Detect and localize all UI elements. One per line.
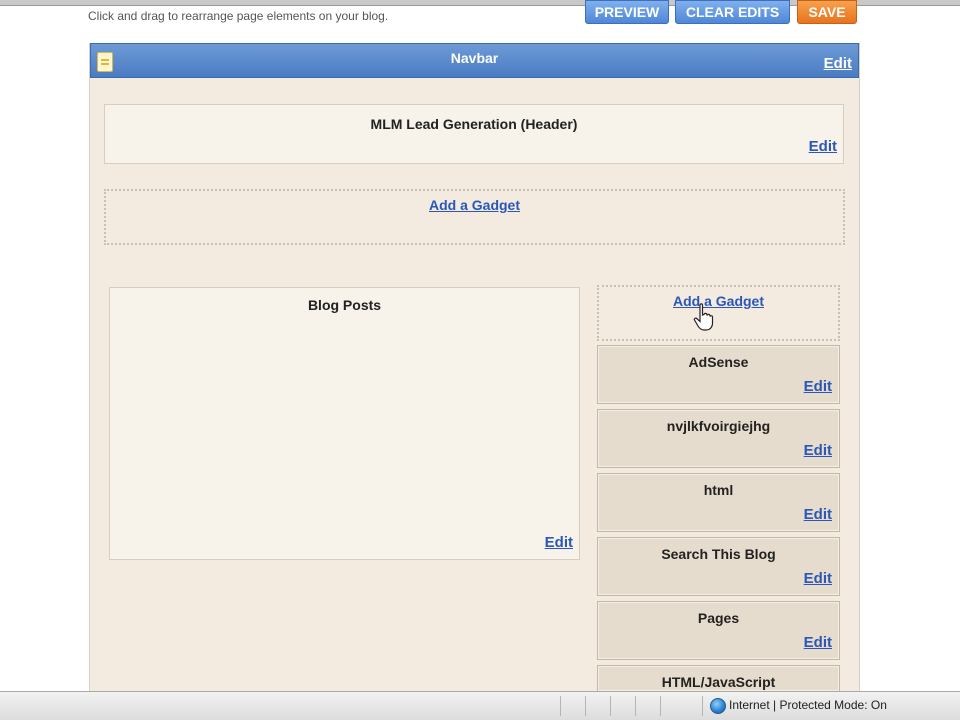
status-divider <box>660 696 661 716</box>
navbar-title: Navbar <box>450 50 499 66</box>
add-gadget-link[interactable]: Add a Gadget <box>599 293 838 309</box>
gadget-edit-link[interactable]: Edit <box>804 506 832 523</box>
gadget-title: AdSense <box>688 354 749 370</box>
blog-posts-title: Blog Posts <box>307 297 382 313</box>
status-divider <box>585 696 586 716</box>
gadget-edit-link[interactable]: Edit <box>804 442 832 459</box>
save-button[interactable]: SAVE <box>797 0 857 24</box>
gadget-title: HTML/JavaScript <box>661 674 776 690</box>
sidebar-gadget-pages[interactable]: Pages Edit <box>597 601 840 660</box>
add-gadget-area-top[interactable]: Add a Gadget <box>104 189 845 245</box>
gadget-title: nvjlkfvoirgiejhg <box>666 418 771 434</box>
navbar-widget[interactable]: Navbar Edit <box>90 43 859 78</box>
header-widget[interactable]: MLM Lead Generation (Header) Edit <box>104 104 844 164</box>
gadget-title: Pages <box>697 610 740 626</box>
gadget-edit-link[interactable]: Edit <box>804 378 832 395</box>
gadget-edit-link[interactable]: Edit <box>804 634 832 651</box>
sidebar-gadget-search[interactable]: Search This Blog Edit <box>597 537 840 596</box>
page-layout-editor: Navbar Edit MLM Lead Generation (Header)… <box>89 43 860 691</box>
add-gadget-area-sidebar[interactable]: Add a Gadget <box>597 285 840 341</box>
status-divider <box>635 696 636 716</box>
gadget-title: Search This Blog <box>661 546 776 562</box>
status-divider <box>560 696 561 716</box>
header-edit-link[interactable]: Edit <box>809 138 837 155</box>
add-gadget-link[interactable]: Add a Gadget <box>106 197 843 213</box>
navbar-edit-link[interactable]: Edit <box>824 55 852 72</box>
security-zone-text[interactable]: Internet | Protected Mode: On <box>729 698 887 712</box>
preview-button[interactable]: PREVIEW <box>585 0 669 24</box>
sidebar-gadget-html[interactable]: html Edit <box>597 473 840 532</box>
instructions-text: Click and drag to rearrange page element… <box>88 9 389 23</box>
blog-posts-widget[interactable]: Blog Posts Edit <box>109 287 580 560</box>
sidebar-gadget-custom[interactable]: nvjlkfvoirgiejhg Edit <box>597 409 840 468</box>
blog-posts-edit-link[interactable]: Edit <box>545 534 573 551</box>
gadget-title: html <box>703 482 734 498</box>
clear-edits-button[interactable]: CLEAR EDITS <box>675 0 790 24</box>
sidebar-gadget-adsense[interactable]: AdSense Edit <box>597 345 840 404</box>
sidebar-gadget-html-javascript[interactable]: HTML/JavaScript <box>597 665 840 691</box>
hand-cursor-icon <box>693 303 714 331</box>
status-divider <box>702 696 703 716</box>
browser-status-bar: Internet | Protected Mode: On <box>0 691 960 720</box>
internet-zone-icon <box>710 698 726 714</box>
status-divider <box>610 696 611 716</box>
gadget-edit-link[interactable]: Edit <box>804 570 832 587</box>
header-widget-title: MLM Lead Generation (Header) <box>370 116 578 132</box>
